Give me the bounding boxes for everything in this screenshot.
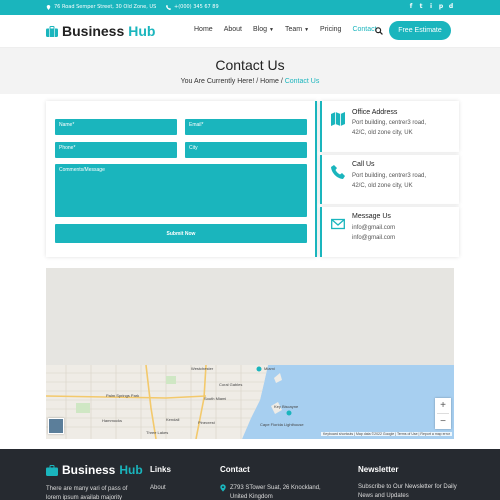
- message-field[interactable]: Comments/Message: [55, 164, 307, 217]
- message-us-email1[interactable]: info@gmail.com: [352, 223, 457, 233]
- footer-brand-part2: Hub: [119, 463, 143, 477]
- breadcrumb-current: Contact Us: [284, 78, 320, 85]
- call-us-line2: 42/C, old zone city, UK: [352, 183, 413, 189]
- nav-item-blog[interactable]: Blog ▼: [253, 26, 274, 33]
- map-label: Three Lakes: [146, 430, 169, 435]
- envelope-icon: [331, 218, 345, 230]
- instagram-icon[interactable]: i: [428, 3, 434, 10]
- main-nav: Business Hub Home About Blog ▼ Team ▼ Pr…: [0, 15, 500, 48]
- map-label: Cape Florida Lighthouse: [260, 422, 304, 427]
- caret-down-icon: ▼: [304, 26, 310, 33]
- nav-item-about[interactable]: About: [224, 26, 242, 33]
- map-zoom-controls: + −: [435, 398, 451, 429]
- office-address-line2: 42/C, old zone city, UK: [352, 130, 413, 136]
- office-address-title: Office Address: [352, 109, 398, 116]
- phone-field[interactable]: Phone*: [55, 142, 177, 158]
- map-label: Palm Springs Park: [106, 393, 140, 398]
- topbar-phone[interactable]: +(000) 345 67 89: [166, 4, 219, 10]
- map-canvas[interactable]: [46, 268, 454, 439]
- map-label: Hammocks: [102, 418, 123, 423]
- footer-newsletter-heading: Newsletter: [358, 465, 399, 474]
- page-banner: Contact Us You Are Currently Here! / Hom…: [0, 48, 500, 94]
- brand-name-part1: Business: [62, 23, 125, 39]
- footer-about-text: There are many vari of pass of lorem ips…: [46, 486, 128, 500]
- nav-item-contact[interactable]: Contact: [352, 26, 376, 33]
- map-label: Westchester: [191, 366, 214, 371]
- map-pin-icon: [220, 484, 226, 492]
- free-estimate-button[interactable]: Free Estimate: [389, 21, 451, 40]
- breadcrumb-home[interactable]: Home: [260, 78, 279, 85]
- breadcrumb: You Are Currently Here! / Home / Contact…: [0, 78, 500, 85]
- nav-item-pricing[interactable]: Pricing: [320, 26, 341, 33]
- topbar-address-text: 76 Road Semper Street, 30 Old Zone, US: [54, 4, 157, 10]
- map-pin-icon: [46, 4, 51, 10]
- footer-contact-address: Z793 STower Suat, 26 Knockland, United K…: [230, 485, 321, 500]
- briefcase-icon: [46, 25, 58, 37]
- breadcrumb-separator: /: [256, 78, 259, 85]
- map-label: South Miami: [204, 396, 227, 401]
- name-field[interactable]: Name*: [55, 119, 177, 135]
- twitter-icon[interactable]: t: [418, 3, 424, 10]
- top-bar: 76 Road Semper Street, 30 Old Zone, US +…: [0, 0, 500, 15]
- topbar-address: 76 Road Semper Street, 30 Old Zone, US: [46, 4, 156, 10]
- call-us-line1: Port building, centrer3 road,: [352, 173, 427, 179]
- zoom-out-button[interactable]: −: [435, 414, 451, 429]
- facebook-icon[interactable]: f: [408, 3, 414, 10]
- brand-logo[interactable]: Business Hub: [46, 23, 155, 39]
- search-icon[interactable]: [375, 27, 383, 35]
- contact-form: Name* Email* Phone* City Comments/Messag…: [46, 101, 317, 257]
- message-us-card: Message Us info@gmail.com info@gmail.com: [320, 207, 459, 257]
- map-satellite-toggle[interactable]: [48, 418, 64, 434]
- page-title: Contact Us: [215, 57, 285, 73]
- dribbble-icon[interactable]: d: [448, 3, 454, 10]
- briefcase-icon: [46, 464, 58, 476]
- footer-contact-heading: Contact: [220, 465, 250, 474]
- footer-newsletter-text: Subscribe to Our Newsletter for Daily Ne…: [358, 484, 457, 499]
- footer-brand-part1: Business: [62, 463, 116, 477]
- office-address-card: Office Address Port building, centrer3 r…: [320, 101, 459, 152]
- map-label: Key Biscayne: [274, 404, 299, 409]
- footer-link-about[interactable]: About: [150, 485, 166, 491]
- map-icon: [331, 112, 345, 126]
- map-attribution[interactable]: Keyboard shortcuts | Map data ©2022 Goog…: [320, 432, 452, 436]
- caret-down-icon: ▼: [269, 26, 274, 33]
- social-links: f t i p d: [408, 3, 454, 10]
- nav-item-blog-label: Blog: [252, 26, 267, 33]
- topbar-phone-text: +(000) 345 67 89: [174, 4, 219, 10]
- message-us-title: Message Us: [352, 213, 391, 220]
- nav-item-team-label: Team: [284, 26, 303, 33]
- submit-button[interactable]: Submit Now: [55, 224, 307, 243]
- brand-name-part2: Hub: [128, 23, 156, 39]
- message-us-email2[interactable]: info@gmail.com: [352, 233, 457, 243]
- breadcrumb-prefix: You Are Currently Here!: [180, 78, 255, 85]
- google-map[interactable]: Westchester Coral Gables South Miami Ken…: [46, 268, 454, 439]
- zoom-in-button[interactable]: +: [435, 398, 451, 413]
- phone-icon: [331, 165, 345, 179]
- breadcrumb-separator: /: [280, 78, 283, 85]
- email-field[interactable]: Email*: [185, 119, 307, 135]
- map-label: Pinecrest: [198, 420, 215, 425]
- nav-item-team[interactable]: Team ▼: [285, 26, 309, 33]
- phone-icon: [166, 4, 171, 10]
- map-label: Miami: [264, 366, 275, 371]
- city-field[interactable]: City: [185, 142, 307, 158]
- footer-links-heading: Links: [150, 465, 171, 474]
- pinterest-icon[interactable]: p: [438, 3, 444, 10]
- office-address-line1: Port building, centrer3 road,: [352, 120, 427, 126]
- footer: Business Hub There are many vari of pass…: [0, 449, 500, 500]
- footer-brand-logo[interactable]: Business Hub: [46, 463, 143, 477]
- map-label: Coral Gables: [219, 382, 243, 387]
- map-label: Kendall: [166, 417, 180, 422]
- call-us-card: Call Us Port building, centrer3 road, 42…: [320, 155, 459, 204]
- nav-menu: Home About Blog ▼ Team ▼ Pricing Contact: [194, 26, 377, 33]
- nav-item-home[interactable]: Home: [194, 26, 213, 33]
- call-us-title: Call Us: [352, 161, 375, 168]
